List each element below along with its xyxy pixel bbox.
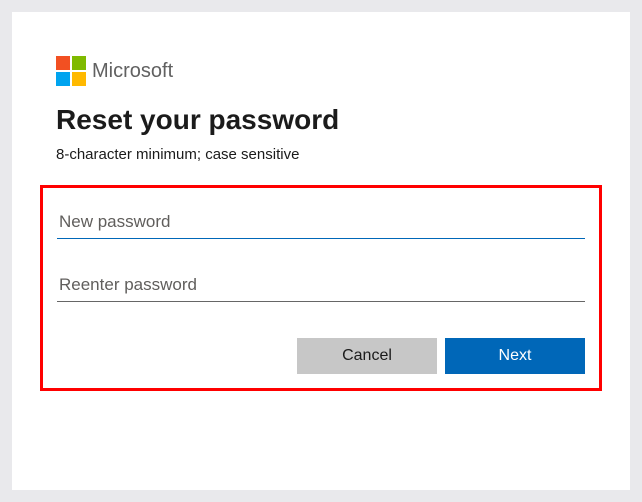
next-button[interactable]: Next (445, 338, 585, 374)
brand-row: Microsoft (56, 56, 586, 86)
reenter-password-input[interactable] (57, 269, 585, 302)
cancel-button[interactable]: Cancel (297, 338, 437, 374)
microsoft-logo-icon (56, 56, 86, 86)
page-title: Reset your password (56, 104, 586, 136)
button-row: Cancel Next (57, 338, 585, 374)
brand-name: Microsoft (92, 60, 173, 83)
new-password-input[interactable] (57, 206, 585, 239)
auth-card: Microsoft Reset your password 8-characte… (12, 12, 630, 490)
form-highlight-box: Cancel Next (40, 185, 602, 391)
page-subtitle: 8-character minimum; case sensitive (56, 146, 586, 163)
